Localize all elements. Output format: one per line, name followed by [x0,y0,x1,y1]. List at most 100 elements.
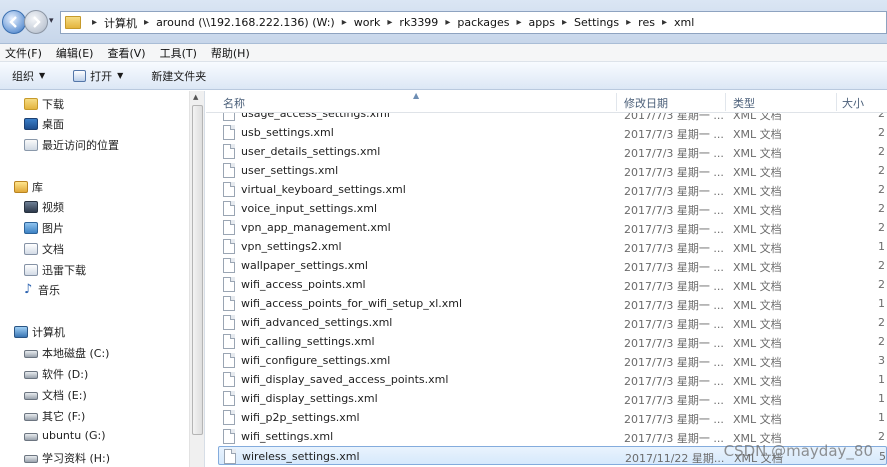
crumb-drive[interactable]: around (\\192.168.222.136) (W:) [156,16,335,29]
nav-item-pictures[interactable]: 图片 [24,220,64,236]
nav-scrollbar-thumb[interactable] [192,105,203,435]
xml-file-icon [224,449,236,464]
chevron-right-icon[interactable]: ▸ [342,17,347,28]
nav-item-recent[interactable]: 最近访问的位置 [24,137,119,153]
nav-item-desktop[interactable]: 桌面 [24,116,64,132]
xml-file-icon [223,410,235,425]
xml-file-icon [223,113,235,121]
file-row[interactable]: wifi_advanced_settings.xml 2017/7/3 星期一 .… [218,313,887,332]
xml-file-icon [223,391,235,406]
xml-file-icon [223,429,235,444]
chevron-right-icon[interactable]: ▸ [626,17,631,28]
column-divider[interactable] [725,93,726,111]
nav-item-downloads[interactable]: 下载 [24,96,64,112]
file-row[interactable]: user_settings.xml 2017/7/3 星期一 ... XML 文档 2 [218,161,887,180]
menu-edit[interactable]: 编辑(E) [56,45,94,61]
file-date: 2017/7/3 星期一 ... [624,113,724,122]
nav-scrollbar[interactable]: ▲ [189,91,204,467]
file-row[interactable]: vpn_settings2.xml 2017/7/3 星期一 ... XML 文档 1 [218,237,887,256]
crumb-packages[interactable]: packages [457,16,509,29]
nav-label: 下载 [42,98,64,111]
crumb-apps[interactable]: apps [529,16,555,29]
file-row[interactable]: wifi_display_saved_access_points.xml 2017… [218,370,887,389]
chevron-right-icon[interactable]: ▸ [445,17,450,28]
menu-file[interactable]: 文件(F) [5,45,42,61]
hard-drive-icon [24,432,38,441]
nav-item-drive-d[interactable]: 软件 (D:) [24,366,88,382]
crumb-xml[interactable]: xml [674,16,694,29]
chevron-right-icon[interactable]: ▸ [387,17,392,28]
file-type: XML 文档 [733,413,782,426]
file-row[interactable]: wifi_access_points.xml 2017/7/3 星期一 ... XM… [218,275,887,294]
file-row[interactable]: virtual_keyboard_settings.xml 2017/7/3 星期… [218,180,887,199]
downloads-folder-icon [24,98,38,110]
file-row[interactable]: usb_settings.xml 2017/7/3 星期一 ... XML 文档 2 [218,123,887,142]
menu-view[interactable]: 查看(V) [107,45,145,61]
file-row[interactable]: user_details_settings.xml 2017/7/3 星期一 ..… [218,142,887,161]
back-button[interactable] [2,10,26,34]
file-row[interactable]: voice_input_settings.xml 2017/7/3 星期一 ...… [218,199,887,218]
file-row[interactable]: wifi_display_settings.xml 2017/7/3 星期一 ..… [218,389,887,408]
nav-item-libraries[interactable]: 库 [14,179,43,195]
menu-help[interactable]: 帮助(H) [211,45,250,61]
column-date[interactable]: 修改日期 [624,95,668,111]
open-button[interactable]: 打开 ▼ [73,68,123,84]
menu-tools[interactable]: 工具(T) [160,45,197,61]
crumb-rk3399[interactable]: rk3399 [399,16,438,29]
nav-item-drive-c[interactable]: 本地磁盘 (C:) [24,345,109,361]
crumb-res[interactable]: res [638,16,655,29]
breadcrumb[interactable]: ▸ 计算机 ▸ around (\\192.168.222.136) (W:) … [60,11,887,34]
recent-pages-dropdown[interactable]: ▾ [49,16,54,26]
xml-file-icon [223,220,235,235]
nav-label: 桌面 [42,118,64,131]
file-row[interactable]: usage_access_settings.xml 2017/7/3 星期一 ..… [218,113,887,123]
column-size[interactable]: 大小 [842,95,864,111]
file-row[interactable]: wifi_calling_settings.xml 2017/7/3 星期一 ..… [218,332,887,351]
column-type[interactable]: 类型 [733,95,755,111]
organize-button[interactable]: 组织 ▼ [12,68,45,84]
file-row[interactable]: wifi_access_points_for_wifi_setup_xl.xml… [218,294,887,313]
crumb-work[interactable]: work [354,16,381,29]
crumb-computer[interactable]: 计算机 [104,15,137,31]
file-size: 2 [878,259,885,272]
nav-item-drive-e[interactable]: 文档 (E:) [24,387,87,403]
new-folder-button[interactable]: 新建文件夹 [151,68,206,84]
file-size: 2 [878,113,885,120]
nav-label: 文档 (E:) [42,389,87,402]
file-date: 2017/7/3 星期一 ... [624,413,724,426]
column-divider[interactable] [836,93,837,111]
file-size: 2 [878,126,885,139]
xml-file-icon [223,163,235,178]
column-name[interactable]: 名称 [223,95,245,111]
nav-item-thunder[interactable]: 迅雷下载 [24,262,86,278]
file-date: 2017/11/22 星期... [625,452,725,465]
file-date: 2017/7/3 星期一 ... [624,356,724,369]
chevron-right-icon[interactable]: ▸ [662,17,667,28]
chevron-right-icon[interactable]: ▸ [144,17,149,28]
nav-item-drive-f[interactable]: 其它 (F:) [24,408,85,424]
nav-item-computer[interactable]: 计算机 [14,324,65,340]
file-row[interactable]: wallpaper_settings.xml 2017/7/3 星期一 ... XM… [218,256,887,275]
file-name: usb_settings.xml [241,126,334,139]
nav-item-music[interactable]: ♪ 音乐 [24,282,60,298]
nav-item-drive-g[interactable]: ubuntu (G:) [24,429,106,442]
nav-label: 文档 [42,243,64,256]
forward-button[interactable] [24,10,48,34]
nav-item-videos[interactable]: 视频 [24,199,64,215]
crumb-settings[interactable]: Settings [574,16,619,29]
file-row[interactable]: wifi_configure_settings.xml 2017/7/3 星期一 … [218,351,887,370]
file-row[interactable]: vpn_app_management.xml 2017/7/3 星期一 ... XM… [218,218,887,237]
scroll-up-arrow-icon[interactable]: ▲ [193,93,198,101]
chevron-right-icon[interactable]: ▸ [517,17,522,28]
file-size: 2 [878,164,885,177]
chevron-right-icon[interactable]: ▸ [562,17,567,28]
file-size: 1 [878,411,885,424]
file-date: 2017/7/3 星期一 ... [624,185,724,198]
file-row[interactable]: wifi_p2p_settings.xml 2017/7/3 星期一 ... XML… [218,408,887,427]
file-type: XML 文档 [733,280,782,293]
column-divider[interactable] [616,93,617,111]
chevron-right-icon[interactable]: ▸ [92,17,97,28]
nav-item-documents[interactable]: 文档 [24,241,64,257]
nav-item-drive-h[interactable]: 学习资料 (H:) [24,450,110,466]
xml-file-icon [223,258,235,273]
